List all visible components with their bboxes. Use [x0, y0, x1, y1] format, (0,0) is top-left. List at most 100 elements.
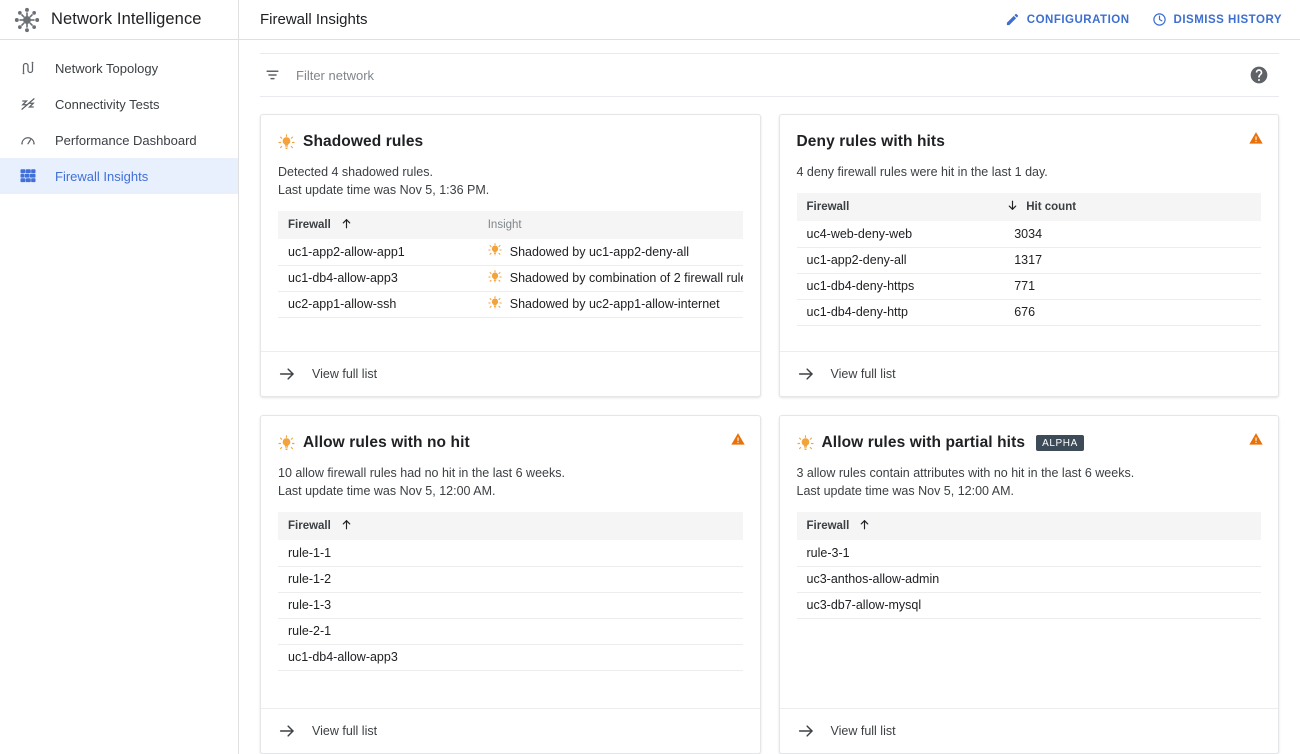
view-full-list-label: View full list — [312, 367, 378, 381]
column-header-firewall[interactable]: Firewall — [278, 512, 743, 540]
filter-wrapper — [239, 40, 1300, 97]
table-row[interactable]: uc2-app1-allow-ssh Shadowed by uc2-app1-… — [278, 291, 743, 318]
allow-rules-partial-hits-table: Firewall rule-3-1 uc3-anthos-allow-admin… — [796, 512, 1261, 619]
view-full-list-button[interactable]: View full list — [261, 708, 760, 753]
warning-triangle-icon — [1248, 431, 1264, 447]
insight-cards-grid: Shadowed rules Detected 4 shadowed rules… — [239, 97, 1300, 754]
card-shadowed-rules: Shadowed rules Detected 4 shadowed rules… — [260, 114, 761, 397]
card-description: 4 deny firewall rules were hit in the la… — [797, 163, 1262, 181]
dismiss-history-button[interactable]: DISMISS HISTORY — [1152, 12, 1282, 27]
card-description: 10 allow firewall rules had no hit in th… — [278, 464, 743, 500]
sidebar-item-label: Network Topology — [55, 60, 159, 76]
table-head: Firewall — [278, 512, 743, 540]
table-row[interactable]: uc1-db4-allow-app3 — [278, 644, 743, 671]
column-header-label: Firewall — [288, 520, 331, 532]
table-row[interactable]: uc3-anthos-allow-admin — [796, 566, 1261, 593]
table-row[interactable]: uc1-db4-deny-https 771 — [796, 273, 1261, 300]
card-title-row: Shadowed rules — [278, 133, 743, 151]
view-full-list-button[interactable]: View full list — [261, 351, 760, 396]
table-row[interactable]: rule-2-1 — [278, 618, 743, 645]
cell-firewall: uc4-web-deny-web — [796, 221, 997, 248]
sidebar-item-network-topology[interactable]: Network Topology — [0, 50, 238, 86]
column-header-firewall[interactable]: Firewall — [796, 512, 955, 540]
clock-history-icon — [1152, 12, 1167, 27]
cell-firewall: uc1-db4-deny-https — [796, 273, 997, 300]
cell-insight-label: Shadowed by uc2-app1-allow-internet — [509, 297, 720, 311]
cell-firewall: uc2-app1-allow-ssh — [278, 291, 478, 318]
column-header-insight[interactable]: Insight — [477, 211, 743, 239]
column-header-label: Hit count — [1026, 201, 1077, 213]
app-root: Network Intelligence Firewall Insights C… — [0, 0, 1300, 754]
table-row[interactable]: uc4-web-deny-web 3034 — [796, 221, 1261, 248]
table-row[interactable]: uc1-app2-allow-app1 Shadowed by uc1-app2… — [278, 239, 743, 266]
table-row[interactable]: uc1-db4-allow-app3 Shadowed by combinati… — [278, 265, 743, 292]
brand-title: Network Intelligence — [51, 10, 202, 28]
table-row[interactable]: uc1-db4-deny-http 676 — [796, 299, 1261, 326]
cell-insight: Shadowed by uc2-app1-allow-internet — [477, 291, 743, 318]
table-header-row: Firewall — [796, 193, 1261, 221]
filter-network-input[interactable] — [296, 60, 1235, 90]
table-body: uc1-app2-allow-app1 Shadowed by uc1-app2… — [278, 239, 743, 318]
cell-firewall: uc1-db4-allow-app3 — [278, 644, 743, 671]
bulb-icon — [278, 133, 295, 151]
card-title: Deny rules with hits — [796, 133, 945, 150]
card-body: Deny rules with hits 4 deny firewall rul… — [780, 115, 1279, 351]
cell-firewall: rule-1-1 — [278, 540, 743, 567]
table-row[interactable]: rule-1-3 — [278, 592, 743, 619]
sidebar-item-performance-dashboard[interactable]: Performance Dashboard — [0, 122, 238, 158]
table-row[interactable]: rule-1-1 — [278, 540, 743, 567]
sidebar-item-label: Firewall Insights — [55, 168, 149, 184]
page-title: Firewall Insights — [260, 11, 368, 28]
card-title-row: Allow rules with no hit — [278, 434, 743, 452]
filter-bar — [260, 53, 1279, 97]
brand[interactable]: Network Intelligence — [0, 0, 239, 40]
arrow-right-icon — [797, 365, 815, 383]
table-row[interactable]: uc3-db7-allow-mysql — [796, 592, 1261, 619]
column-header-firewall[interactable]: Firewall — [278, 211, 478, 239]
bulb-icon — [488, 269, 502, 287]
cell-hit-count: 1317 — [996, 247, 1261, 274]
view-full-list-button[interactable]: View full list — [779, 708, 1278, 753]
dismiss-history-label: DISMISS HISTORY — [1173, 13, 1282, 26]
top-bar-right: Firewall Insights CONFIGURATION DISMISS … — [239, 0, 1300, 40]
cell-insight: Shadowed by combination of 2 firewall ru… — [477, 265, 743, 292]
body: Network Topology Connectivity Tests Perf… — [0, 40, 1300, 754]
card-desc-line: 4 deny firewall rules were hit in the la… — [796, 165, 1048, 179]
view-full-list-button[interactable]: View full list — [779, 351, 1278, 396]
cell-firewall: uc1-app2-deny-all — [796, 247, 997, 274]
table-head: Firewall — [278, 211, 743, 239]
firewall-grid-icon — [18, 166, 38, 186]
table-header-row: Firewall — [278, 512, 743, 540]
column-header-secondary[interactable] — [954, 512, 1261, 540]
card-desc-line: Detected 4 shadowed rules. — [278, 165, 433, 179]
cell-firewall: rule-1-3 — [278, 592, 743, 619]
configuration-button[interactable]: CONFIGURATION — [1005, 12, 1130, 27]
cell-secondary — [954, 540, 1261, 567]
view-full-list-label: View full list — [830, 367, 896, 381]
pencil-icon — [1005, 12, 1020, 27]
card-desc-line: Last update time was Nov 5, 12:00 AM. — [796, 484, 1014, 498]
alpha-badge: ALPHA — [1036, 435, 1084, 451]
allow-rules-no-hit-table: Firewall rule-1-1 rule-1-2 rule-1-3 rule… — [278, 512, 743, 671]
configuration-label: CONFIGURATION — [1026, 13, 1130, 26]
main-content: Shadowed rules Detected 4 shadowed rules… — [239, 40, 1300, 754]
cell-insight-label: Shadowed by combination of 2 firewall ru… — [509, 271, 743, 285]
column-header-firewall[interactable]: Firewall — [796, 193, 997, 221]
table-body: uc4-web-deny-web 3034 uc1-app2-deny-all … — [796, 221, 1261, 326]
view-full-list-label: View full list — [830, 724, 896, 738]
table-header-row: Firewall — [278, 211, 743, 239]
table-row[interactable]: rule-3-1 — [796, 540, 1261, 567]
gauge-icon — [18, 130, 38, 150]
help-circle-icon[interactable] — [1249, 65, 1269, 85]
card-description: 3 allow rules contain attributes with no… — [797, 464, 1262, 500]
table-row[interactable]: rule-1-2 — [278, 566, 743, 593]
cell-firewall: uc1-app2-allow-app1 — [278, 239, 478, 266]
column-header-hit-count[interactable]: Hit count — [996, 193, 1261, 221]
table-head: Firewall — [796, 512, 1261, 540]
card-title: Allow rules with partial hits — [821, 434, 1026, 451]
sidebar-item-firewall-insights[interactable]: Firewall Insights — [0, 158, 238, 194]
sidebar-item-connectivity-tests[interactable]: Connectivity Tests — [0, 86, 238, 122]
filter-icon[interactable] — [262, 65, 282, 85]
cell-hit-count: 3034 — [996, 221, 1261, 248]
table-row[interactable]: uc1-app2-deny-all 1317 — [796, 247, 1261, 274]
